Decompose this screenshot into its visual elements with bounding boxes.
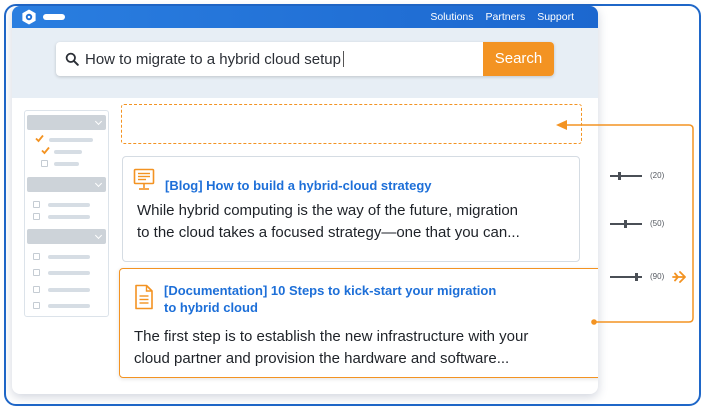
- checkmark-icon: [41, 146, 50, 155]
- checkbox[interactable]: [33, 213, 40, 220]
- slider-knob: [624, 220, 627, 228]
- search-result-card-documentation[interactable]: [Documentation] 10 Steps to kick-start y…: [119, 268, 598, 378]
- title-line: [Documentation] 10 Steps to kick-start y…: [164, 283, 497, 298]
- checkbox[interactable]: [33, 253, 40, 260]
- hexagon-logo-icon[interactable]: [21, 9, 37, 25]
- filter-option[interactable]: [33, 213, 103, 221]
- filter-sidebar: [24, 110, 109, 317]
- drop-target-slot: [121, 104, 582, 144]
- nav-link-partners[interactable]: Partners: [486, 10, 526, 24]
- relevance-scores: (20) (50) (90): [610, 0, 690, 400]
- filter-option[interactable]: [41, 146, 91, 156]
- checkbox[interactable]: [33, 201, 40, 208]
- snippet-line: cloud partner and provision the hardware…: [134, 350, 510, 367]
- slider-knob: [635, 273, 638, 281]
- checkbox[interactable]: [41, 160, 48, 167]
- result-title[interactable]: [Documentation] 10 Steps to kick-start y…: [164, 282, 496, 316]
- score-value: (90): [650, 272, 665, 281]
- score-slider-2: (50): [610, 218, 690, 230]
- airplane-icon: [672, 271, 686, 283]
- score-value: (20): [650, 171, 665, 180]
- filter-option[interactable]: [33, 302, 103, 310]
- slider-track: [610, 175, 642, 177]
- checkmark-icon: [35, 134, 44, 143]
- search-input[interactable]: How to migrate to a hybrid cloud setup: [85, 51, 344, 68]
- filter-option[interactable]: [33, 269, 103, 277]
- chevron-down-icon: [94, 231, 103, 240]
- search-button[interactable]: Search: [483, 42, 554, 76]
- checkbox[interactable]: [33, 286, 40, 293]
- filter-group-header-3[interactable]: [27, 229, 106, 244]
- snippet-line: While hybrid computing is the way of the…: [137, 202, 519, 219]
- slider-knob: [618, 172, 621, 180]
- chevron-down-icon: [94, 179, 103, 188]
- chevron-down-icon: [94, 117, 103, 126]
- search-box[interactable]: How to migrate to a hybrid cloud setup S…: [56, 42, 554, 76]
- browser-window: Solutions Partners Support How to migrat…: [12, 6, 598, 394]
- filter-option[interactable]: [41, 160, 91, 168]
- nav-links: Solutions Partners Support: [430, 10, 574, 24]
- search-result-card-blog[interactable]: [Blog] How to build a hybrid-cloud strat…: [122, 156, 580, 262]
- monitor-icon: [133, 168, 155, 190]
- search-icon: [65, 52, 79, 66]
- score-slider-1: (20): [610, 170, 690, 182]
- filter-option[interactable]: [33, 253, 103, 261]
- snippet-line: The first step is to establish the new i…: [134, 328, 529, 345]
- filter-option[interactable]: [33, 201, 103, 209]
- top-navbar: Solutions Partners Support: [12, 6, 598, 28]
- score-value: (50): [650, 219, 665, 228]
- checkbox[interactable]: [33, 302, 40, 309]
- filter-group-header-2[interactable]: [27, 177, 106, 192]
- brand-bar: [43, 14, 65, 20]
- checkbox[interactable]: [33, 269, 40, 276]
- title-line: to hybrid cloud: [164, 300, 258, 315]
- result-snippet: The first step is to establish the new i…: [134, 326, 528, 370]
- nav-link-support[interactable]: Support: [537, 10, 574, 24]
- result-snippet: While hybrid computing is the way of the…: [137, 200, 520, 244]
- text-caret: [342, 51, 344, 67]
- filter-group-header-1[interactable]: [27, 115, 106, 130]
- nav-link-solutions[interactable]: Solutions: [430, 10, 473, 24]
- filter-option[interactable]: [35, 134, 95, 144]
- search-query-text: How to migrate to a hybrid cloud setup: [85, 51, 341, 68]
- search-area: How to migrate to a hybrid cloud setup S…: [12, 28, 598, 98]
- snippet-line: to the cloud takes a focused strategy—on…: [137, 224, 520, 241]
- result-title[interactable]: [Blog] How to build a hybrid-cloud strat…: [165, 177, 432, 194]
- filter-option[interactable]: [33, 286, 103, 294]
- document-icon: [135, 284, 153, 310]
